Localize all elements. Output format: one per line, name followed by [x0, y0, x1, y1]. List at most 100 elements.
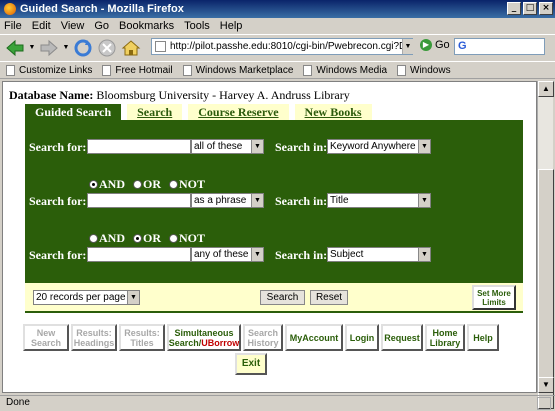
firefox-icon: [4, 3, 16, 15]
scroll-down-icon[interactable]: ▼: [538, 377, 554, 393]
chevron-down-icon: ▼: [418, 194, 430, 207]
boolean-operator-2: AND OR NOT: [89, 231, 205, 246]
reload-button[interactable]: [72, 37, 94, 59]
stop-button[interactable]: [96, 37, 118, 59]
home-icon: [121, 39, 141, 55]
request-button[interactable]: Request: [381, 324, 423, 351]
search-field-1-select[interactable]: Keyword Anywhere ▼: [327, 139, 431, 154]
chevron-down-icon: ▼: [418, 248, 430, 261]
title-bar: Guided Search - Mozilla Firefox _ □ ×: [0, 0, 555, 18]
my-account-button[interactable]: MyAccount: [285, 324, 343, 351]
go-button[interactable]: ▶ Go: [420, 39, 450, 51]
menu-edit[interactable]: Edit: [32, 20, 51, 32]
status-bar: Done: [0, 395, 555, 411]
search-term-2-input[interactable]: [87, 193, 191, 208]
radio-not-1[interactable]: NOT: [169, 177, 205, 192]
radio-or-2[interactable]: OR: [133, 231, 161, 246]
radio-and-1[interactable]: AND: [89, 177, 125, 192]
page-icon: [303, 64, 313, 76]
database-name: Database Name: Bloomsburg University - H…: [9, 88, 350, 102]
search-engine-icon[interactable]: G: [458, 40, 467, 52]
new-search-button: New Search: [23, 324, 69, 351]
bookmarks-toolbar: Customize Links Free Hotmail Windows Mar…: [0, 61, 555, 79]
url-dropdown[interactable]: ▼: [402, 39, 413, 54]
tab-guided-search[interactable]: Guided Search: [25, 104, 122, 121]
home-library-button[interactable]: Home Library: [425, 324, 465, 351]
help-button[interactable]: Help: [467, 324, 499, 351]
reset-button[interactable]: Reset: [310, 290, 348, 305]
records-per-page-select[interactable]: 20 records per page ▼: [33, 290, 140, 305]
forward-arrow-icon: [40, 39, 58, 56]
search-in-label: Search in:: [275, 194, 328, 208]
scroll-up-icon[interactable]: ▲: [538, 81, 554, 97]
bookmark-item[interactable]: Free Hotmail: [102, 64, 173, 76]
bookmark-item[interactable]: Windows Marketplace: [182, 64, 293, 76]
radio-or-1[interactable]: OR: [133, 177, 161, 192]
menu-bar: File Edit View Go Bookmarks Tools Help: [0, 18, 555, 34]
search-for-label: Search for:: [29, 194, 87, 208]
bookmark-item[interactable]: Windows Media: [303, 64, 387, 76]
url-input[interactable]: http://pilot.passhe.edu:8010/cgi-bin/Pwe…: [151, 38, 413, 55]
search-term-3-input[interactable]: [87, 247, 191, 262]
search-button[interactable]: Search: [260, 290, 305, 305]
search-history-button: Search History: [243, 324, 283, 351]
search-in-label: Search in:: [275, 248, 328, 262]
page-icon: [182, 64, 192, 76]
menu-view[interactable]: View: [61, 20, 85, 32]
go-label: Go: [435, 39, 450, 51]
catalog-nav: New Search Results: Headings Results: Title…: [23, 324, 499, 351]
tab-search[interactable]: Search: [127, 104, 183, 121]
status-text: Done: [6, 397, 30, 408]
boolean-operator-1: AND OR NOT: [89, 177, 205, 192]
url-text: http://pilot.passhe.edu:8010/cgi-bin/Pwe…: [170, 41, 412, 52]
search-for-label: Search for:: [29, 248, 87, 262]
close-button[interactable]: ×: [539, 2, 553, 15]
home-button[interactable]: [120, 37, 142, 59]
menu-go[interactable]: Go: [94, 20, 109, 32]
tab-course-reserve[interactable]: Course Reserve: [188, 104, 289, 121]
maximize-button[interactable]: □: [523, 2, 537, 15]
menu-tools[interactable]: Tools: [184, 20, 210, 32]
exit-button[interactable]: Exit: [235, 353, 267, 375]
page-icon: [397, 64, 407, 76]
window-title: Guided Search - Mozilla Firefox: [20, 3, 184, 15]
chevron-down-icon: ▼: [418, 140, 430, 153]
login-button[interactable]: Login: [345, 324, 379, 351]
search-term-1-input[interactable]: [87, 139, 191, 154]
results-headings-button: Results: Headings: [71, 324, 117, 351]
back-button[interactable]: [4, 37, 26, 59]
menu-file[interactable]: File: [4, 20, 22, 32]
chevron-down-icon: ▼: [251, 194, 263, 207]
radio-not-2[interactable]: NOT: [169, 231, 205, 246]
page-icon: [155, 41, 166, 52]
chevron-down-icon: ▼: [251, 248, 263, 261]
back-dropdown[interactable]: ▼: [28, 37, 36, 59]
menu-help[interactable]: Help: [220, 20, 243, 32]
go-arrow-icon: ▶: [420, 39, 432, 51]
bookmark-item[interactable]: Customize Links: [6, 64, 92, 76]
menu-bookmarks[interactable]: Bookmarks: [119, 20, 174, 32]
search-in-label: Search in:: [275, 140, 328, 154]
set-more-limits-button[interactable]: Set More Limits: [472, 285, 516, 310]
bookmark-item[interactable]: Windows: [397, 64, 451, 76]
match-type-1-select[interactable]: all of these ▼: [191, 139, 264, 154]
search-for-label: Search for:: [29, 140, 87, 154]
search-field-2-select[interactable]: Title ▼: [327, 193, 431, 208]
radio-and-2[interactable]: AND: [89, 231, 125, 246]
search-field-3-select[interactable]: Subject ▼: [327, 247, 431, 262]
results-titles-button: Results: Titles: [119, 324, 165, 351]
minimize-button[interactable]: _: [507, 2, 521, 15]
forward-button[interactable]: [38, 37, 60, 59]
web-search-input[interactable]: G: [454, 38, 545, 55]
resize-grip-icon: [537, 397, 551, 410]
page-scrollbar[interactable]: ▲ ▼: [537, 81, 554, 409]
forward-dropdown[interactable]: ▼: [62, 37, 70, 59]
chevron-down-icon: ▼: [127, 291, 139, 304]
chevron-down-icon: ▼: [251, 140, 263, 153]
tab-new-books[interactable]: New Books: [294, 104, 372, 121]
reload-icon: [74, 39, 92, 56]
scroll-thumb[interactable]: [538, 169, 554, 409]
match-type-2-select[interactable]: as a phrase ▼: [191, 193, 264, 208]
simultaneous-search-button[interactable]: Simultaneous Search/UBorrow: [167, 324, 241, 351]
match-type-3-select[interactable]: any of these ▼: [191, 247, 264, 262]
